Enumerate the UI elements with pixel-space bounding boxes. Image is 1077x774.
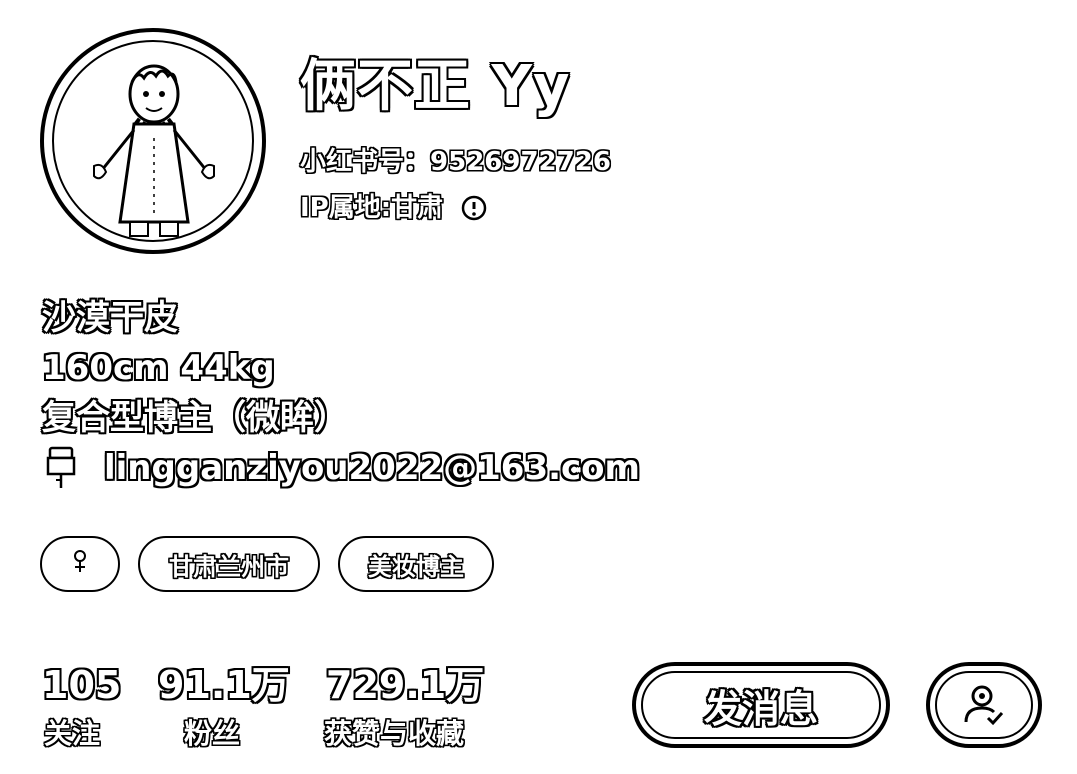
bio-email[interactable]: lingganziyou2022@163.com [104, 446, 640, 490]
profile-name: 俩不正 Yy [300, 54, 571, 119]
follow-button[interactable] [926, 662, 1042, 748]
avatar[interactable] [40, 28, 266, 254]
mailbox-icon [42, 446, 82, 490]
ip-location: IP属地: 甘肃 [300, 190, 487, 226]
ip-location-value: 甘肃 [391, 193, 444, 223]
bio-line-1: 沙漠干皮 [42, 298, 178, 338]
cartoon-avatar-icon [93, 64, 215, 237]
send-message-label: 发消息 [703, 686, 818, 731]
bio-line-2: 160cm 44kg [42, 348, 275, 388]
likes-count[interactable]: 729.1万 [326, 662, 484, 708]
red-id: 小红书号：9526972726 [300, 144, 611, 180]
red-id-value: 9526972726 [430, 147, 611, 177]
user-check-icon [964, 685, 1004, 726]
info-circle-icon[interactable] [461, 195, 487, 221]
bio-line-3: 复合型博主（微眸） [42, 398, 348, 438]
followers-label: 粉丝 [184, 717, 241, 750]
tag-category[interactable]: 美妆博主 [338, 536, 494, 592]
following-count[interactable]: 105 [42, 662, 121, 708]
bio-email-row: lingganziyou2022@163.com [42, 446, 640, 490]
ip-label: IP属地: [300, 193, 392, 223]
followers-count[interactable]: 91.1万 [158, 662, 290, 708]
red-id-label: 小红书号： [300, 147, 431, 177]
tag-gender [40, 536, 120, 592]
tag-location[interactable]: 甘肃兰州市 [138, 536, 320, 592]
avatar-image [52, 40, 254, 242]
following-label: 关注 [44, 717, 101, 750]
likes-label: 获赞与收藏 [324, 717, 465, 750]
send-message-button[interactable]: 发消息 [632, 662, 890, 748]
female-icon [70, 548, 90, 580]
